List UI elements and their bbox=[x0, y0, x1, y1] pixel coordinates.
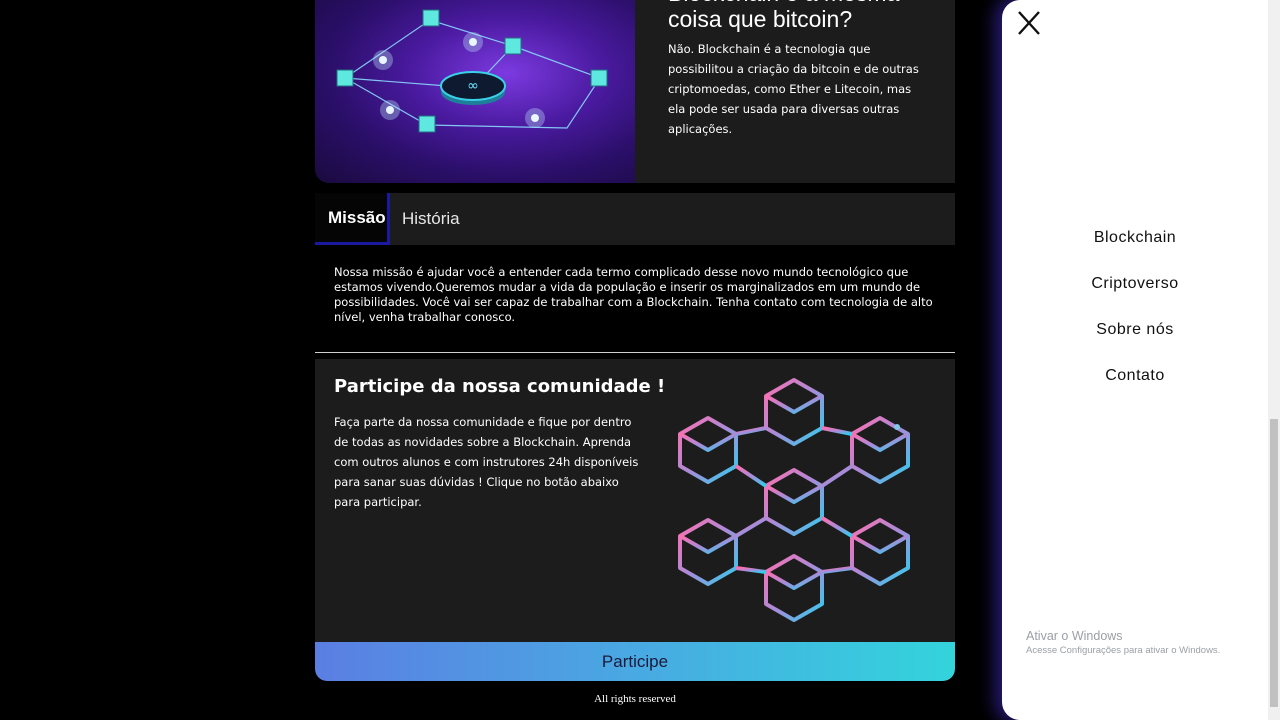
faq-card: ∞ Blockchain é a mesma coisa que bitcoin… bbox=[315, 0, 955, 183]
tab-bar: Missão História bbox=[315, 193, 955, 245]
section-divider bbox=[315, 352, 955, 353]
menu-item-sobre-nos[interactable]: Sobre nós bbox=[1002, 316, 1268, 362]
faq-question: Blockchain é a mesma coisa que bitcoin? bbox=[668, 0, 899, 32]
community-title: Participe da nossa comunidade ! bbox=[334, 376, 666, 397]
close-icon[interactable] bbox=[1017, 10, 1041, 36]
watermark-title: Ativar o Windows bbox=[1026, 629, 1123, 643]
page-scrollbar[interactable] bbox=[1268, 0, 1280, 720]
faq-answer: Não. Blockchain é a tecnologia que possi… bbox=[668, 42, 919, 136]
blockchain-network-image: ∞ bbox=[315, 0, 635, 183]
menu-item-criptoverso[interactable]: Criptoverso bbox=[1002, 270, 1268, 316]
hexagon-cubes-illustration bbox=[670, 374, 920, 628]
svg-text:∞: ∞ bbox=[467, 78, 479, 94]
menu-item-contato[interactable]: Contato bbox=[1002, 362, 1268, 408]
menu-item-blockchain[interactable]: Blockchain bbox=[1002, 224, 1268, 270]
menu-list: Blockchain Criptoverso Sobre nós Contato bbox=[1002, 224, 1268, 408]
tab-missao[interactable]: Missão bbox=[315, 193, 390, 245]
community-card: Participe da nossa comunidade ! Faça par… bbox=[315, 359, 955, 681]
community-description: Faça parte da nossa comunidade e fique p… bbox=[334, 415, 639, 509]
tab-historia[interactable]: História bbox=[390, 193, 472, 245]
watermark-subtitle: Acesse Configurações para ativar o Windo… bbox=[1026, 645, 1221, 656]
side-menu: Blockchain Criptoverso Sobre nós Contato… bbox=[1002, 0, 1268, 720]
mission-text: Nossa missão é ajudar você a entender ca… bbox=[334, 265, 933, 324]
participe-button[interactable]: Participe bbox=[315, 642, 955, 681]
scrollbar-thumb[interactable] bbox=[1270, 419, 1278, 707]
windows-activation-watermark: Ativar o Windows Acesse Configurações pa… bbox=[1026, 629, 1220, 656]
main-content: ∞ Blockchain é a mesma coisa que bitcoin… bbox=[315, 0, 955, 720]
footer-text: All rights reserved bbox=[594, 693, 676, 705]
